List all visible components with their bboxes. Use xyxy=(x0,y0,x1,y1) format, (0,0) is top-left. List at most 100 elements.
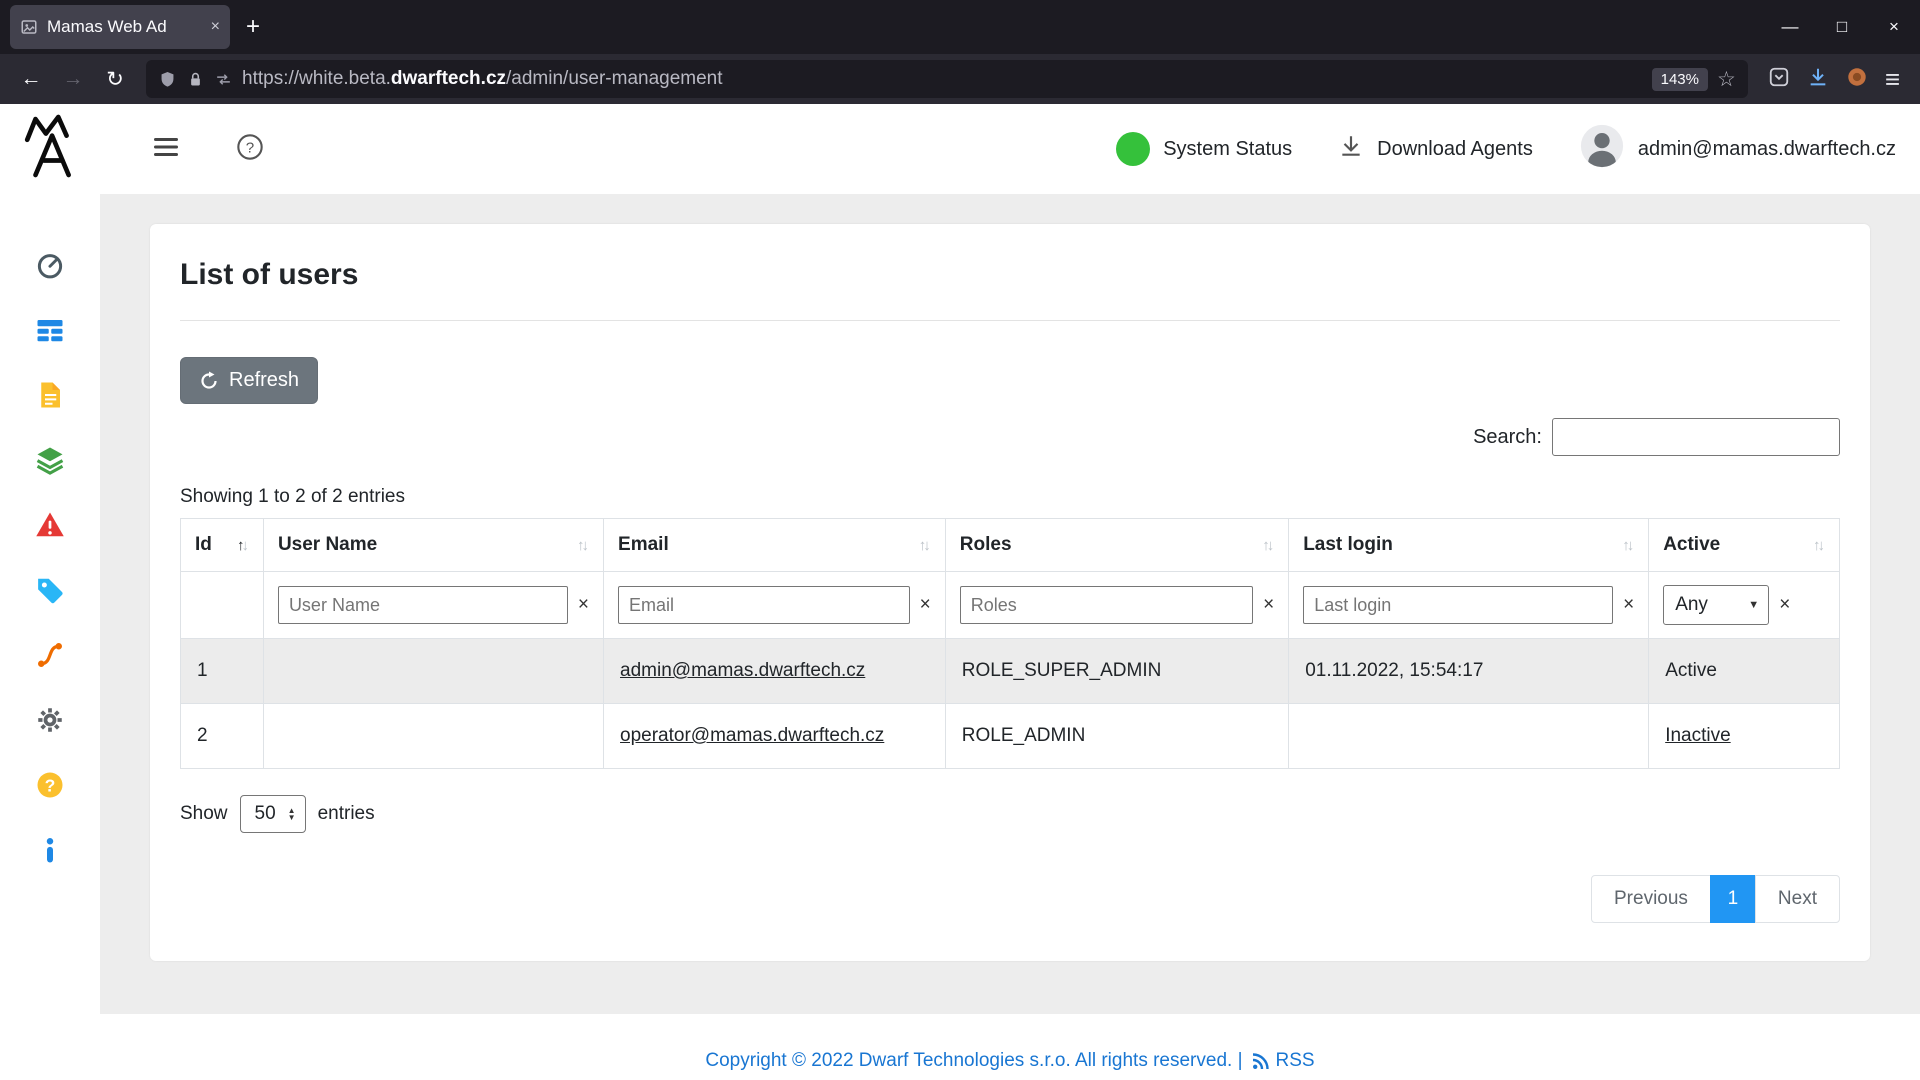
sidebar-item-alerts[interactable] xyxy=(34,509,66,541)
dashboard-icon xyxy=(35,250,65,280)
select-stepper-icon: ▲▼ xyxy=(288,807,296,821)
last-login-filter-input[interactable] xyxy=(1303,586,1613,624)
window-close-button[interactable]: × xyxy=(1868,17,1920,37)
app-logo[interactable] xyxy=(21,112,79,185)
user-name-filter-input[interactable] xyxy=(278,586,568,624)
email-filter-input[interactable] xyxy=(618,586,910,624)
refresh-icon xyxy=(199,371,219,391)
account-menu[interactable]: admin@mamas.dwarftech.cz xyxy=(1579,123,1896,175)
sidebar-item-integrations[interactable] xyxy=(34,639,66,671)
page-footer: Copyright © 2022 Dwarf Technologies s.r.… xyxy=(100,1014,1920,1080)
url-bar[interactable]: https://white.beta.dwarftech.cz/admin/us… xyxy=(146,60,1748,98)
column-header-email[interactable]: Email↑↓ xyxy=(604,519,946,572)
cell-last-login xyxy=(1289,704,1649,769)
svg-text:?: ? xyxy=(246,139,254,156)
browser-tab[interactable]: Mamas Web Ad × xyxy=(10,5,230,49)
user-email-link[interactable]: operator@mamas.dwarftech.cz xyxy=(620,725,884,746)
sidebar-item-dashboard[interactable] xyxy=(34,249,66,281)
clear-filter-icon[interactable]: × xyxy=(1779,594,1790,616)
url-text: https://white.beta.dwarftech.cz/admin/us… xyxy=(242,68,723,90)
user-email-link[interactable]: admin@mamas.dwarftech.cz xyxy=(620,660,865,681)
reload-button[interactable]: ↻ xyxy=(96,60,134,98)
sidebar-item-layers[interactable] xyxy=(34,444,66,476)
sidebar-item-documents[interactable] xyxy=(34,379,66,411)
sidebar-item-help[interactable]: ? xyxy=(34,769,66,801)
permissions-icon[interactable] xyxy=(214,70,233,89)
header-help-icon[interactable]: ? xyxy=(236,133,264,166)
system-status-label: System Status xyxy=(1163,138,1292,161)
document-icon xyxy=(35,380,65,410)
gear-icon xyxy=(35,705,65,735)
downloads-icon[interactable] xyxy=(1807,66,1829,93)
pocket-icon[interactable] xyxy=(1768,66,1790,93)
rss-link[interactable]: RSS xyxy=(1251,1050,1315,1072)
window-minimize-button[interactable]: — xyxy=(1764,17,1816,37)
sidebar-item-settings[interactable] xyxy=(34,704,66,736)
lock-icon[interactable] xyxy=(186,70,205,89)
system-status[interactable]: System Status xyxy=(1116,132,1292,166)
account-email: admin@mamas.dwarftech.cz xyxy=(1638,138,1896,161)
menu-toggle-icon[interactable] xyxy=(152,133,180,166)
clear-filter-icon[interactable]: × xyxy=(578,594,589,616)
page-body: ? ? System Status xyxy=(0,104,1920,1080)
avatar-icon xyxy=(1579,123,1625,175)
tab-favicon-icon xyxy=(20,18,38,36)
chevron-down-icon: ▼ xyxy=(1748,599,1759,611)
tables-icon xyxy=(35,315,65,345)
zoom-level-badge[interactable]: 143% xyxy=(1652,68,1708,91)
bookmark-star-icon[interactable]: ☆ xyxy=(1717,67,1736,92)
sort-icon: ↑↓ xyxy=(1622,537,1634,554)
pagination-previous-button[interactable]: Previous xyxy=(1591,875,1711,923)
app-header: ? System Status Download Agents xyxy=(100,104,1920,194)
new-tab-button[interactable]: + xyxy=(246,13,260,41)
extension-icon[interactable] xyxy=(1846,66,1868,93)
cell-roles: ROLE_ADMIN xyxy=(945,704,1288,769)
tab-bar: Mamas Web Ad × + — □ × xyxy=(0,0,1920,54)
cell-last-login: 01.11.2022, 15:54:17 xyxy=(1289,639,1649,704)
browser-chrome: Mamas Web Ad × + — □ × ← → ↻ https://whi… xyxy=(0,0,1920,104)
refresh-button[interactable]: Refresh xyxy=(180,357,318,404)
clear-filter-icon[interactable]: × xyxy=(920,594,931,616)
column-header-last-login[interactable]: Last login↑↓ xyxy=(1289,519,1649,572)
download-agents[interactable]: Download Agents xyxy=(1338,133,1533,165)
sidebar-item-about[interactable] xyxy=(34,834,66,866)
table-row: 2 operator@mamas.dwarftech.cz ROLE_ADMIN… xyxy=(181,704,1840,769)
sort-icon: ↑↓ xyxy=(237,537,249,554)
sidebar-item-tags[interactable] xyxy=(34,574,66,606)
search-input[interactable] xyxy=(1552,418,1840,456)
browser-menu-icon[interactable]: ≡ xyxy=(1885,64,1900,95)
route-icon xyxy=(35,640,65,670)
roles-filter-input[interactable] xyxy=(960,586,1253,624)
download-agents-label: Download Agents xyxy=(1377,138,1533,161)
column-header-user-name[interactable]: User Name↑↓ xyxy=(263,519,603,572)
pagination-page-1-button[interactable]: 1 xyxy=(1710,875,1756,923)
user-status-link[interactable]: Inactive xyxy=(1665,725,1730,746)
info-icon xyxy=(35,835,65,865)
sidebar-item-tables[interactable] xyxy=(34,314,66,346)
back-button[interactable]: ← xyxy=(12,60,50,98)
column-header-roles[interactable]: Roles↑↓ xyxy=(945,519,1288,572)
column-header-id[interactable]: Id↑↓ xyxy=(181,519,264,572)
users-table: Id↑↓ User Name↑↓ Email↑↓ Roles↑↓ Last lo… xyxy=(180,518,1840,769)
column-header-active[interactable]: Active↑↓ xyxy=(1649,519,1840,572)
table-filter-row: × × × × Any▼ × xyxy=(181,572,1840,639)
window-maximize-button[interactable]: □ xyxy=(1816,17,1868,37)
clear-filter-icon[interactable]: × xyxy=(1263,594,1274,616)
divider xyxy=(180,320,1840,321)
tracking-shield-icon[interactable] xyxy=(158,70,177,89)
clear-filter-icon[interactable]: × xyxy=(1623,594,1634,616)
tag-icon xyxy=(35,575,65,605)
sidebar: ? xyxy=(0,104,100,1080)
pagination-next-button[interactable]: Next xyxy=(1755,875,1840,923)
active-filter-select[interactable]: Any▼ xyxy=(1663,585,1769,625)
page-length-select[interactable]: 50 ▲▼ xyxy=(240,795,306,833)
cell-id: 2 xyxy=(181,704,264,769)
forward-button[interactable]: → xyxy=(54,60,92,98)
search-label: Search: xyxy=(1473,426,1542,449)
cell-user-name xyxy=(263,704,603,769)
show-label: Show xyxy=(180,803,228,825)
toolbar-icons: ≡ xyxy=(1760,64,1908,95)
cell-id: 1 xyxy=(181,639,264,704)
sort-icon: ↑↓ xyxy=(577,537,589,554)
tab-close-icon[interactable]: × xyxy=(211,18,220,36)
